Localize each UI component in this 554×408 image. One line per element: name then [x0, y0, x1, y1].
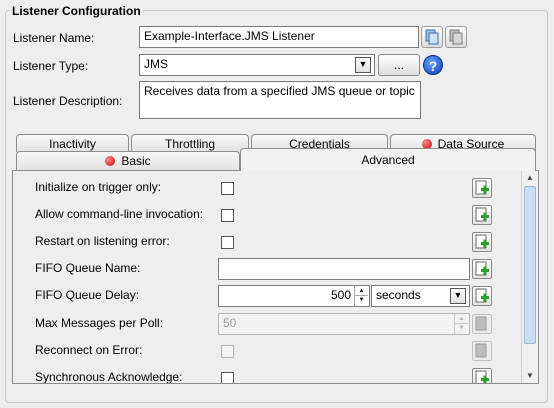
sync-ack-checkbox[interactable]: [221, 372, 234, 383]
restart-on-error-checkbox[interactable]: [221, 236, 234, 249]
max-messages-input[interactable]: 50: [218, 313, 470, 335]
add-icon: [475, 370, 489, 383]
browse-button[interactable]: ...: [378, 54, 420, 76]
stepper-down-icon[interactable]: ▼: [455, 324, 468, 333]
add-button[interactable]: [472, 178, 492, 198]
add-button[interactable]: [472, 314, 492, 334]
tab-advanced-label: Advanced: [361, 153, 415, 167]
initialize-on-trigger-label: Initialize on trigger only:: [35, 180, 162, 194]
add-button[interactable]: [472, 286, 492, 306]
listener-type-select[interactable]: JMS: [139, 54, 375, 76]
add-button[interactable]: [472, 259, 492, 279]
scroll-up-icon[interactable]: ▲: [522, 171, 538, 185]
paste-icon: [449, 29, 463, 45]
reconnect-on-error-label: Reconnect on Error:: [35, 343, 143, 357]
tab-throttling[interactable]: Throttling: [131, 134, 249, 152]
listener-type-label: Listener Type:: [13, 59, 89, 73]
listener-type-value: JMS: [144, 57, 168, 71]
add-button[interactable]: [472, 205, 492, 225]
allow-cmdline-label: Allow command-line invocation:: [35, 207, 204, 221]
help-icon[interactable]: ?: [423, 55, 443, 75]
max-messages-label: Max Messages per Poll:: [35, 316, 164, 330]
advanced-panel: Initialize on trigger only: Allow comman…: [12, 170, 539, 384]
stepper-up-icon[interactable]: ▲: [355, 286, 368, 296]
error-icon: [105, 156, 116, 166]
chevron-down-icon[interactable]: ▼: [450, 288, 466, 304]
tab-basic[interactable]: Basic: [16, 151, 240, 170]
stepper-down-icon[interactable]: ▼: [355, 296, 368, 305]
chevron-down-icon[interactable]: ▼: [355, 57, 371, 73]
listener-name-label: Listener Name:: [13, 31, 95, 45]
initialize-on-trigger-checkbox[interactable]: [221, 182, 234, 195]
reconnect-on-error-checkbox[interactable]: [221, 345, 234, 358]
fifo-queue-name-label: FIFO Queue Name:: [35, 261, 141, 275]
copy-button[interactable]: [421, 26, 443, 48]
fifo-queue-delay-stepper[interactable]: ▲ ▼: [354, 286, 368, 306]
scroll-thumb[interactable]: [524, 186, 536, 344]
scroll-down-icon[interactable]: ▼: [522, 369, 538, 383]
max-messages-stepper[interactable]: ▲ ▼: [454, 314, 468, 334]
add-button[interactable]: [472, 232, 492, 252]
fifo-queue-delay-input[interactable]: 500: [218, 285, 370, 307]
add-icon: [475, 343, 487, 358]
fifo-queue-delay-label: FIFO Queue Delay:: [35, 288, 140, 302]
paste-button[interactable]: [445, 26, 467, 48]
group-title: Listener Configuration: [10, 4, 143, 18]
fifo-queue-delay-unit-value: seconds: [376, 288, 421, 302]
add-icon: [475, 207, 489, 222]
add-icon: [475, 234, 489, 249]
restart-on-error-label: Restart on listening error:: [35, 234, 170, 248]
allow-cmdline-checkbox[interactable]: [221, 209, 234, 222]
listener-description-textarea[interactable]: Receives data from a specified JMS queue…: [139, 81, 421, 119]
listener-name-input[interactable]: Example-Interface.JMS Listener: [139, 26, 419, 48]
add-icon: [475, 288, 489, 303]
add-icon: [475, 261, 489, 276]
add-icon: [475, 316, 487, 331]
sync-ack-label: Synchronous Acknowledge:: [35, 370, 183, 384]
fifo-queue-name-input[interactable]: [218, 258, 470, 280]
add-icon: [475, 180, 489, 195]
stepper-up-icon[interactable]: ▲: [455, 314, 468, 324]
tab-inactivity-label: Inactivity: [49, 137, 96, 151]
tab-throttling-label: Throttling: [164, 137, 216, 151]
tab-inactivity[interactable]: Inactivity: [16, 134, 129, 152]
tab-basic-label: Basic: [121, 154, 151, 168]
vertical-scrollbar[interactable]: ▲ ▼: [521, 171, 538, 383]
add-button[interactable]: [472, 341, 492, 361]
copy-icon: [425, 29, 439, 45]
listener-description-label: Listener Description:: [13, 94, 123, 108]
add-button[interactable]: [472, 368, 492, 383]
tab-advanced[interactable]: Advanced: [240, 148, 536, 171]
